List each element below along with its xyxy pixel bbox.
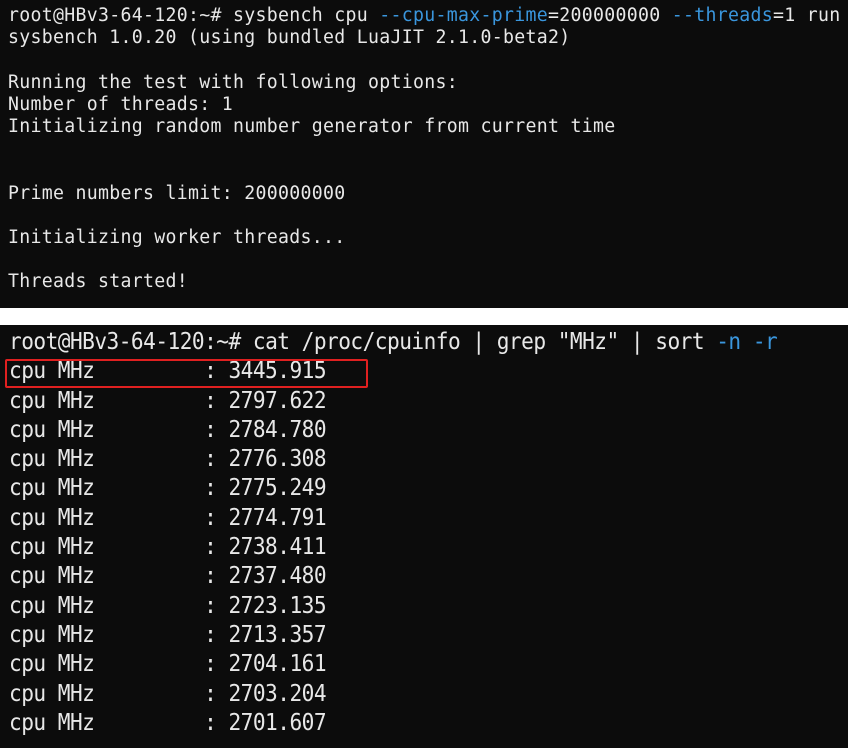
prompt: root@HBv3-64-120:~# xyxy=(8,5,233,26)
cpu-mhz-row: cpu MHz : 3445.915 xyxy=(9,356,327,385)
threads-started-line: Threads started! xyxy=(8,271,188,293)
init-workers-line: Initializing worker threads... xyxy=(8,226,346,248)
cpu-mhz-row: cpu MHz : 2737.480 xyxy=(9,561,327,590)
cpu-max-prime-flag: --cpu-max-prime xyxy=(379,5,548,26)
cpu-mhz-row: cpu MHz : 2775.249 xyxy=(9,473,327,502)
cpu-mhz-row: cpu MHz : 2797.622 xyxy=(9,385,327,414)
prime-limit-line: Prime numbers limit: 200000000 xyxy=(8,182,346,204)
cpu-max-prime-value: =200000000 xyxy=(548,5,672,26)
numeric-sort-flag: -n xyxy=(716,327,741,355)
threads-flag: --threads xyxy=(671,5,773,26)
threads-value: =1 run xyxy=(773,5,841,26)
cpuinfo-terminal[interactable]: root@HBv3-64-120:~# cat /proc/cpuinfo | … xyxy=(0,325,848,748)
sysbench-terminal[interactable]: root@HBv3-64-120:~# sysbench cpu --cpu-m… xyxy=(0,0,848,308)
flag-separator xyxy=(741,327,753,355)
cpu-mhz-row: cpu MHz : 2704.161 xyxy=(9,649,327,678)
command-text: sysbench cpu xyxy=(233,5,380,26)
cpu-mhz-row: cpu MHz : 2784.780 xyxy=(9,414,327,443)
running-line: Running the test with following options: xyxy=(8,71,458,93)
cpu-mhz-row: cpu MHz : 2738.411 xyxy=(9,532,327,561)
command-line: root@HBv3-64-120:~# cat /proc/cpuinfo | … xyxy=(9,327,778,356)
command-line: root@HBv3-64-120:~# sysbench cpu --cpu-m… xyxy=(8,5,848,27)
cpu-mhz-row: cpu MHz : 2703.204 xyxy=(9,678,327,707)
reverse-sort-flag: -r xyxy=(752,327,778,355)
init-rng-line: Initializing random number generator fro… xyxy=(8,115,616,137)
cpu-mhz-row: cpu MHz : 2713.357 xyxy=(9,619,327,648)
cpu-mhz-row: cpu MHz : 2776.308 xyxy=(9,444,327,473)
command-text: cat /proc/cpuinfo | grep "MHz" | sort xyxy=(252,327,717,355)
prompt: root@HBv3-64-120:~# xyxy=(9,327,253,355)
threads-count-line: Number of threads: 1 xyxy=(8,93,233,115)
version-line: sysbench 1.0.20 (using bundled LuaJIT 2.… xyxy=(8,27,571,49)
cpu-mhz-row: cpu MHz : 2774.791 xyxy=(9,502,327,531)
cpu-mhz-row: cpu MHz : 2701.607 xyxy=(9,707,327,736)
cpu-mhz-row: cpu MHz : 2723.135 xyxy=(9,590,327,619)
